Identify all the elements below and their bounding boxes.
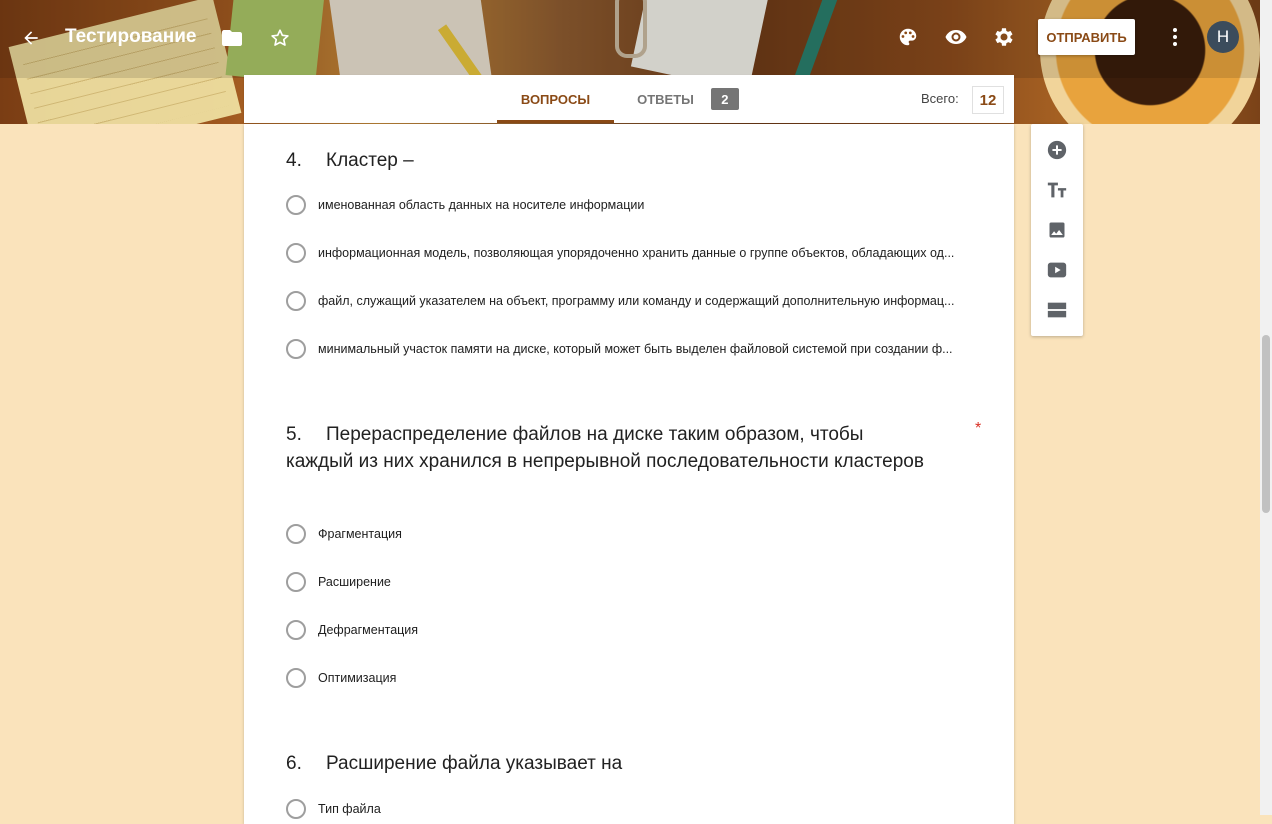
back-button[interactable] — [18, 25, 44, 51]
form-title[interactable]: Тестирование — [65, 26, 196, 48]
question-6[interactable]: 6. Расширение файла указывает на — [286, 750, 986, 777]
questions-card: 4. Кластер – именованная область данных н… — [244, 124, 1014, 824]
tab-questions[interactable]: ВОПРОСЫ — [497, 75, 614, 123]
option-item[interactable]: Фрагментация — [286, 524, 402, 544]
option-label: Тип файла — [318, 802, 381, 816]
add-question-icon — [1047, 140, 1067, 160]
add-question-button[interactable] — [1043, 136, 1071, 164]
gear-icon — [995, 28, 1013, 46]
tabs-card: ВОПРОСЫ ОТВЕТЫ 2 Всего: 12 — [244, 75, 1014, 123]
question-number: 6. — [286, 753, 302, 774]
theme-button[interactable] — [894, 23, 922, 51]
folder-icon — [222, 30, 242, 46]
add-title-button[interactable] — [1043, 176, 1071, 204]
question-text: Расширение файла указывает на — [326, 753, 623, 774]
required-asterisk: * — [975, 420, 982, 437]
radio-button[interactable] — [286, 572, 306, 592]
video-icon — [1047, 262, 1067, 278]
option-item[interactable]: файл, служащий указателем на объект, про… — [286, 291, 954, 311]
radio-button[interactable] — [286, 668, 306, 688]
radio-button[interactable] — [286, 799, 306, 819]
option-item[interactable]: Расширение — [286, 572, 391, 592]
option-label: Оптимизация — [318, 671, 397, 685]
palette-icon — [899, 28, 917, 46]
add-section-button[interactable] — [1043, 296, 1071, 324]
page-scrollbar[interactable] — [1260, 0, 1272, 815]
tab-responses[interactable]: ОТВЕТЫ 2 — [628, 75, 748, 123]
option-label: информационная модель, позволяющая упоря… — [318, 246, 955, 260]
tab-questions-label: ВОПРОСЫ — [520, 91, 591, 107]
option-label: минимальный участок памяти на диске, кот… — [318, 342, 953, 356]
star-icon — [271, 29, 289, 46]
send-button[interactable]: ОТПРАВИТЬ — [1038, 19, 1135, 55]
add-video-button[interactable] — [1043, 256, 1071, 284]
preview-button[interactable] — [942, 23, 970, 51]
question-title: 6. Расширение файла указывает на — [286, 750, 986, 777]
question-5[interactable]: 5. Перераспределение файлов на диске таки… — [286, 421, 926, 475]
option-item[interactable]: Дефрагментация — [286, 620, 418, 640]
radio-button[interactable] — [286, 291, 306, 311]
radio-button[interactable] — [286, 339, 306, 359]
scrollbar-thumb[interactable] — [1262, 335, 1270, 513]
move-to-folder-button[interactable] — [218, 24, 246, 52]
option-item[interactable]: информационная модель, позволяющая упоря… — [286, 243, 954, 263]
star-button[interactable] — [266, 24, 294, 52]
option-item[interactable]: Тип файла — [286, 799, 381, 819]
add-image-button[interactable] — [1043, 216, 1071, 244]
radio-button[interactable] — [286, 620, 306, 640]
question-4[interactable]: 4. Кластер – — [286, 147, 986, 174]
tab-responses-label: ОТВЕТЫ — [637, 91, 694, 107]
eye-icon — [945, 30, 967, 44]
radio-button[interactable] — [286, 195, 306, 215]
title-text-icon — [1047, 182, 1067, 198]
option-label: файл, служащий указателем на объект, про… — [318, 294, 955, 308]
question-text: Кластер – — [326, 150, 414, 171]
radio-button[interactable] — [286, 243, 306, 263]
option-label: Дефрагментация — [318, 623, 419, 637]
option-item[interactable]: именованная область данных на носителе и… — [286, 195, 644, 215]
account-avatar[interactable]: Н — [1207, 21, 1239, 53]
question-title: 4. Кластер – — [286, 147, 986, 174]
option-item[interactable]: Оптимизация — [286, 668, 396, 688]
image-icon — [1049, 222, 1065, 238]
responses-count-badge: 2 — [710, 88, 739, 110]
question-text: Перераспределение файлов на диске таким … — [286, 424, 924, 472]
more-vert-icon — [1173, 28, 1177, 46]
total-points-label: Всего: — [921, 91, 959, 106]
top-bar: Тестирование ОТПРАВИТЬ Н — [0, 0, 1260, 75]
option-item[interactable]: минимальный участок памяти на диске, кот… — [286, 339, 953, 359]
settings-button[interactable] — [990, 23, 1018, 51]
question-title: 5. Перераспределение файлов на диске таки… — [286, 421, 926, 475]
option-label: именованная область данных на носителе и… — [318, 198, 645, 212]
question-number: 4. — [286, 150, 302, 171]
back-arrow-icon — [24, 31, 38, 45]
side-toolbar — [1031, 124, 1083, 336]
question-number: 5. — [286, 424, 302, 445]
total-points-value: 12 — [972, 86, 1004, 114]
radio-button[interactable] — [286, 524, 306, 544]
option-label: Фрагментация — [318, 527, 402, 541]
more-options-button[interactable] — [1162, 23, 1188, 51]
active-tab-indicator — [497, 120, 614, 123]
section-icon — [1047, 302, 1067, 318]
option-label: Расширение — [318, 575, 391, 589]
